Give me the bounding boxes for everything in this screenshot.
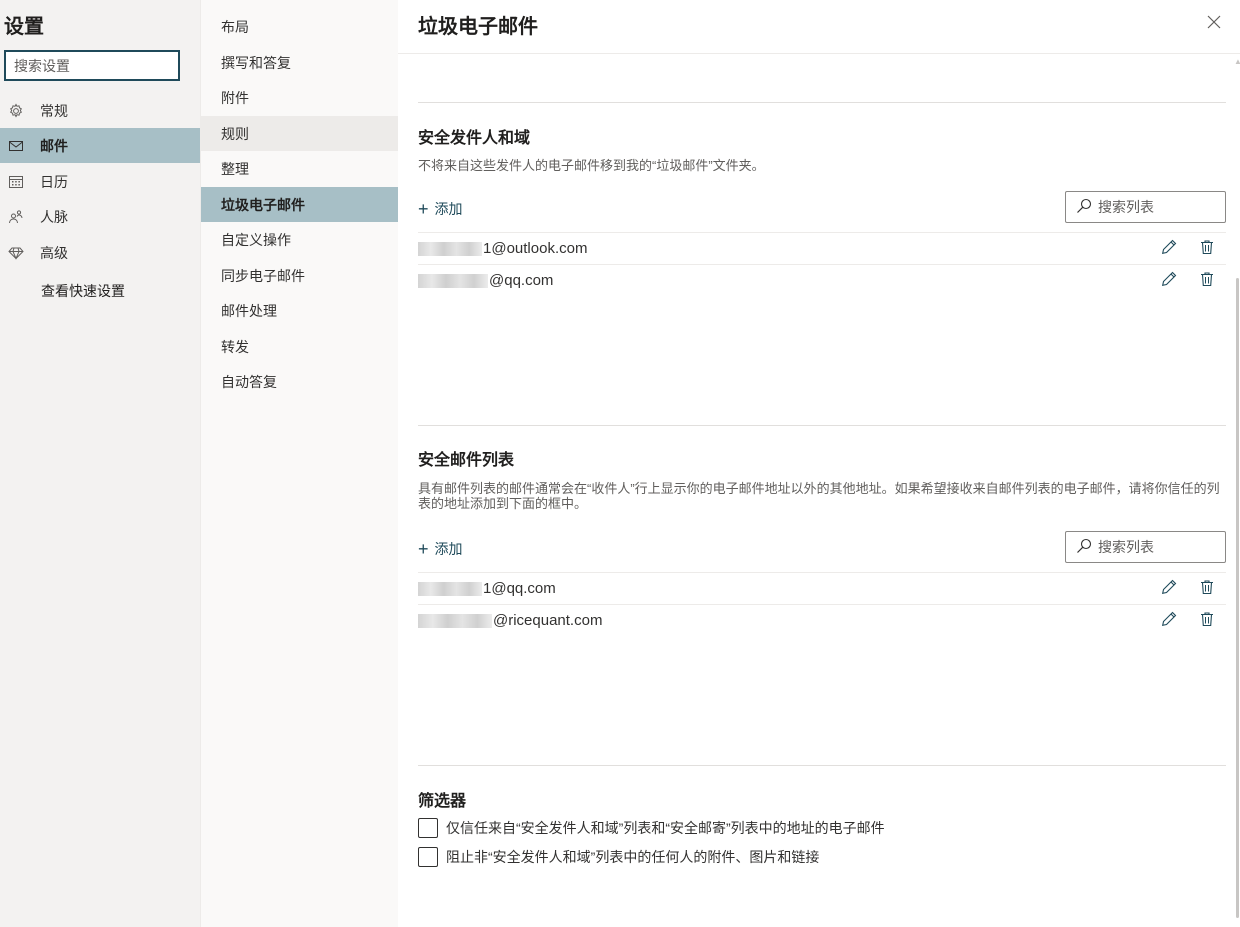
subnav-attachments[interactable]: 附件 [201,80,398,115]
pencil-icon [1161,239,1177,258]
pencil-icon [1161,611,1177,630]
trash-icon [1199,271,1215,290]
add-label: 添加 [434,541,463,557]
redacted-text [418,613,492,628]
checkbox-label: 仅信任来自“安全发件人和域”列表和“安全邮寄”列表中的地址的电子邮件 [446,820,885,836]
delete-button[interactable] [1198,612,1216,630]
subnav-automatic-replies[interactable]: 自动答复 [201,364,398,399]
list-item: 1@qq.com [418,572,1226,604]
close-button[interactable] [1204,13,1224,33]
safe-list-address: 1@qq.com [483,580,556,597]
filter-block-attachments-checkbox[interactable]: 阻止非“安全发件人和域”列表中的任何人的附件、图片和链接 [418,847,819,867]
list-item: @ricequant.com [418,604,1226,636]
calendar-icon [8,174,24,190]
redacted-text [418,241,482,256]
list-item: 1@outlook.com [418,232,1226,264]
filter-trust-safe-lists-checkbox[interactable]: 仅信任来自“安全发件人和域”列表和“安全邮寄”列表中的地址的电子邮件 [418,818,885,838]
search-icon [1076,198,1092,217]
safe-list-address: @ricequant.com [493,612,603,629]
safe-lists-heading: 安全邮件列表 [418,452,515,469]
subnav-sync-email[interactable]: 同步电子邮件 [201,258,398,293]
subnav-forwarding[interactable]: 转发 [201,329,398,364]
scrollbar[interactable] [1236,278,1239,918]
page-title: 垃圾电子邮件 [418,16,538,38]
checkbox-label: 阻止非“安全发件人和域”列表中的任何人的附件、图片和链接 [446,849,820,865]
view-quick-settings-link[interactable]: 查看快速设置 [41,281,125,301]
subnav-rules[interactable]: 规则 [201,116,398,151]
edit-button[interactable] [1160,611,1178,630]
pencil-icon [1161,579,1177,598]
section-divider [418,102,1226,103]
safe-sender-address: @qq.com [489,272,554,289]
subnav-junk-email[interactable]: 垃圾电子邮件 [201,187,398,222]
safe-senders-heading: 安全发件人和域 [418,130,531,147]
category-advanced[interactable]: 高级 [0,235,200,270]
safe-lists-search-input[interactable]: 搜索列表 [1065,531,1226,563]
category-mail[interactable]: 邮件 [0,128,200,163]
plus-icon: + [418,539,429,559]
safe-senders-description: 不将来自这些发件人的电子邮件移到我的“垃圾邮件”文件夹。 [418,158,765,173]
junk-email-settings-panel: 垃圾电子邮件 ▲ 安全发件人和域 不将来自这些发件人的电子邮件移到我的“垃圾邮件… [398,0,1240,927]
category-people[interactable]: 人脉 [0,199,200,234]
pencil-icon [1161,271,1177,290]
edit-button[interactable] [1160,579,1178,598]
header-divider [398,53,1240,54]
settings-title: 设置 [4,16,44,38]
people-icon [8,209,24,225]
delete-button[interactable] [1198,272,1216,290]
settings-category-pane: 设置 常规 邮件 日历 人脉 高级 查看快速设置 [0,0,200,927]
settings-search-input[interactable] [4,50,180,81]
checkbox-box[interactable] [418,818,438,838]
edit-button[interactable] [1160,239,1178,258]
redacted-text [418,581,482,596]
filters-heading: 筛选器 [418,793,467,810]
section-divider [418,425,1226,426]
mail-settings-subnav: 布局 撰写和答复 附件 规则 整理 垃圾电子邮件 自定义操作 同步电子邮件 邮件… [200,0,398,927]
safe-lists-description: 具有邮件列表的邮件通常会在“收件人”行上显示你的电子邮件地址以外的其他地址。如果… [418,481,1220,511]
gear-icon [8,102,24,119]
category-label: 邮件 [40,137,68,154]
category-calendar[interactable]: 日历 [0,164,200,199]
mail-icon [8,138,24,154]
redacted-text [418,273,488,288]
trash-icon [1199,239,1215,258]
category-label: 高级 [40,244,68,261]
search-placeholder: 搜索列表 [1098,539,1154,555]
subnav-sweep[interactable]: 整理 [201,151,398,186]
subnav-compose-reply[interactable]: 撰写和答复 [201,45,398,80]
search-placeholder: 搜索列表 [1098,199,1154,215]
add-safe-sender-button[interactable]: + 添加 [418,199,463,219]
close-icon [1207,15,1221,32]
subnav-customize-actions[interactable]: 自定义操作 [201,222,398,257]
subnav-layout[interactable]: 布局 [201,9,398,44]
checkbox-box[interactable] [418,847,438,867]
delete-button[interactable] [1198,240,1216,258]
edit-button[interactable] [1160,271,1178,290]
category-label: 日历 [40,173,68,190]
safe-sender-address: 1@outlook.com [483,240,588,257]
category-label: 人脉 [40,208,68,225]
list-item: @qq.com [418,264,1226,296]
section-divider [418,765,1226,766]
diamond-icon [8,245,24,261]
delete-button[interactable] [1198,580,1216,598]
category-general[interactable]: 常规 [0,93,200,128]
scroll-up-arrow-icon[interactable]: ▲ [1234,57,1240,66]
trash-icon [1199,579,1215,598]
add-label: 添加 [434,201,463,217]
subnav-message-handling[interactable]: 邮件处理 [201,293,398,328]
safe-senders-search-input[interactable]: 搜索列表 [1065,191,1226,223]
trash-icon [1199,611,1215,630]
plus-icon: + [418,199,429,219]
category-label: 常规 [40,102,68,119]
search-icon [1076,538,1092,557]
add-safe-list-button[interactable]: + 添加 [418,539,463,559]
